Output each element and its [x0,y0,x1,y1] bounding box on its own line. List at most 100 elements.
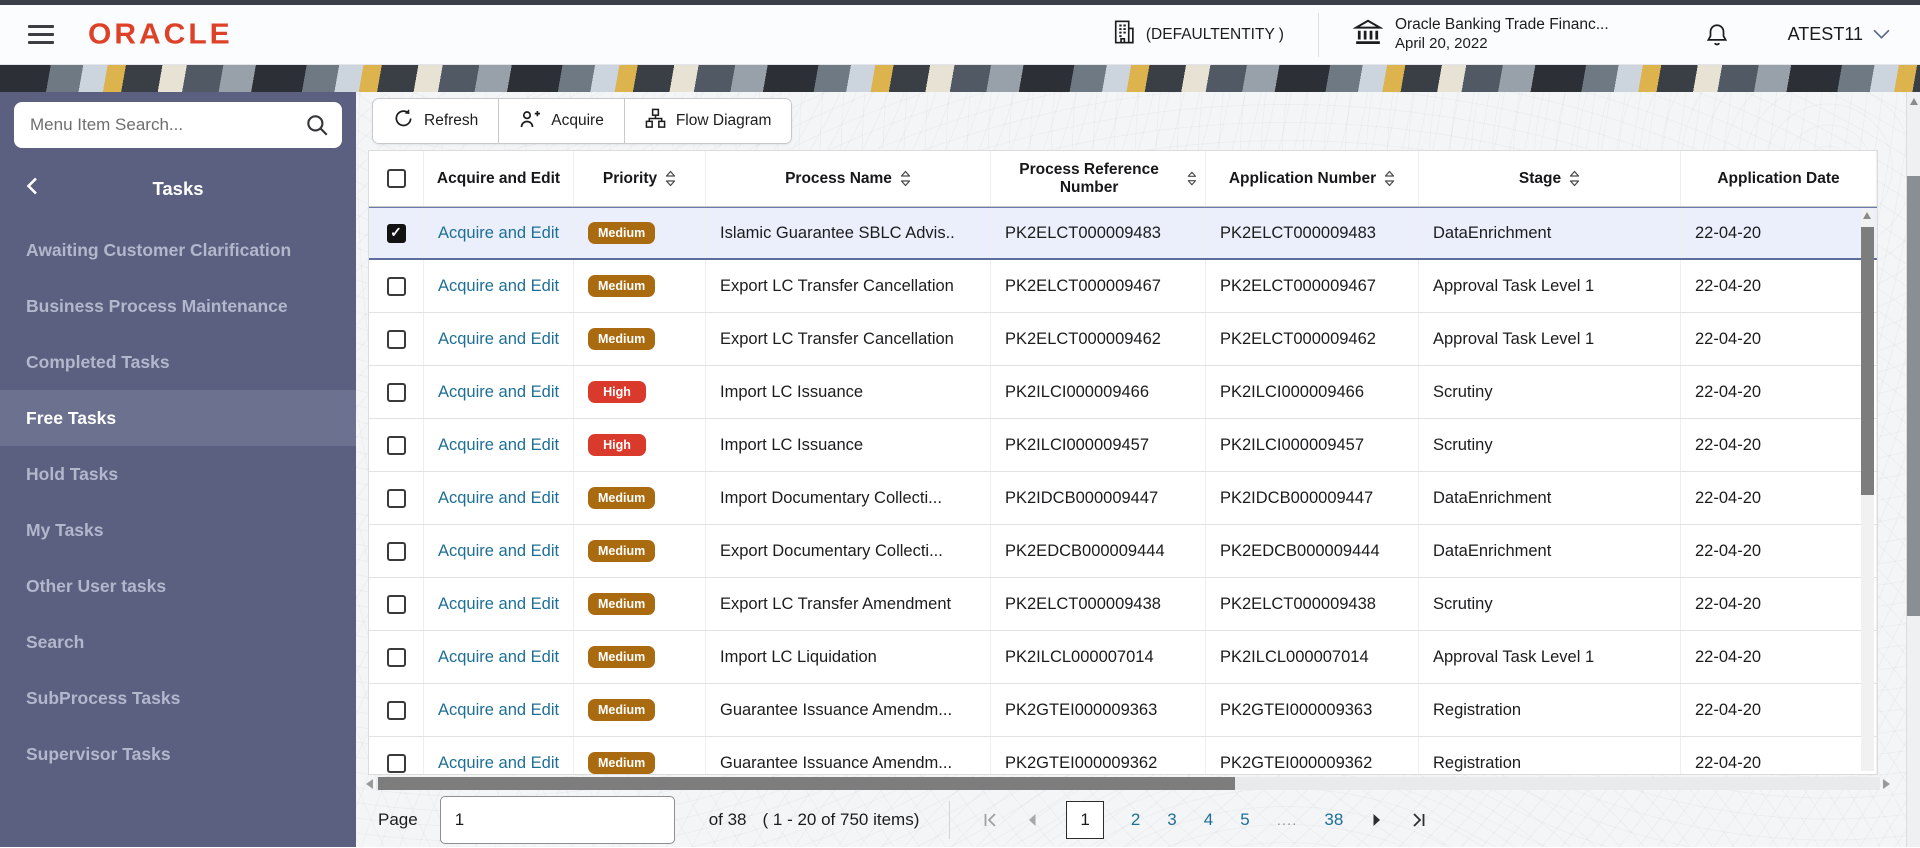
page-scroll-up-arrow-icon[interactable] [1909,98,1918,105]
page-scrollbar-thumb[interactable] [1907,176,1920,616]
acquire-and-edit-link[interactable]: Acquire and Edit [438,701,559,720]
sidebar-item-other-user-tasks[interactable]: Other User tasks [0,558,356,614]
action-cell: Acquire and Edit [424,313,574,365]
process-name-cell: Guarantee Issuance Amendm... [706,684,991,736]
application-number-cell: PK2EDCB000009444 [1206,525,1419,577]
select-all-checkbox[interactable] [386,169,406,188]
page-number-4[interactable]: 4 [1204,810,1213,830]
action-cell: Acquire and Edit [424,737,574,774]
table-horizontal-scrollbar[interactable] [366,776,1890,791]
sort-icon[interactable] [1569,170,1580,187]
acquire-and-edit-link[interactable]: Acquire and Edit [438,489,559,508]
pagination-bar: Page of 38 ( 1 - 20 of 750 items) 1 2 3 4 5.… [368,792,1886,848]
stage-cell: Approval Task Level 1 [1419,631,1681,683]
action-cell: Acquire and Edit [424,419,574,471]
page-number-3[interactable]: 3 [1167,810,1176,830]
stage-cell: Registration [1419,684,1681,736]
row-select-cell [369,737,424,774]
sidebar-item-supervisor-tasks[interactable]: Supervisor Tasks [0,726,356,782]
row-checkbox[interactable] [386,435,406,455]
table-vertical-scrollbar[interactable] [1861,209,1874,771]
previous-page-icon[interactable] [1025,812,1039,828]
page-number-1[interactable]: 1 [1066,801,1104,839]
priority-cell: Medium [574,578,706,630]
menu-search-input[interactable] [14,102,342,148]
user-menu[interactable]: ATEST11 [1788,24,1890,45]
page-number-38[interactable]: 38 [1324,810,1343,830]
column-header-priority[interactable]: Priority [574,151,706,206]
row-checkbox[interactable] [386,541,406,561]
page-number-2[interactable]: 2 [1131,810,1140,830]
process-reference-cell: PK2ELCT000009462 [991,313,1206,365]
refresh-button[interactable]: Refresh [373,99,500,143]
application-number-cell: PK2ELCT000009438 [1206,578,1419,630]
acquire-and-edit-link[interactable]: Acquire and Edit [438,383,559,402]
action-cell: Acquire and Edit [424,366,574,418]
sidebar-item-awaiting-customer-clarification[interactable]: Awaiting Customer Clarification [0,222,356,278]
flow-diagram-button[interactable]: Flow Diagram [624,99,792,143]
acquire-button[interactable]: Acquire [499,99,625,143]
acquire-and-edit-link[interactable]: Acquire and Edit [438,754,559,773]
sidebar-item-subprocess-tasks[interactable]: SubProcess Tasks [0,670,356,726]
horizontal-scrollbar-thumb[interactable] [378,777,1236,790]
acquire-and-edit-link[interactable]: Acquire and Edit [438,277,559,296]
entity-selector[interactable]: (DEFAULTENTITY ) [1112,19,1284,50]
page-number-5[interactable]: 5 [1240,810,1249,830]
priority-cell: Medium [574,525,706,577]
acquire-and-edit-link[interactable]: Acquire and Edit [438,330,559,349]
sidebar-item-my-tasks[interactable]: My Tasks [0,502,356,558]
row-checkbox[interactable] [386,647,406,667]
sidebar-item-completed-tasks[interactable]: Completed Tasks [0,334,356,390]
next-page-icon[interactable] [1370,812,1384,828]
row-checkbox[interactable] [386,753,406,773]
page-scrollbar[interactable] [1906,92,1920,847]
process-reference-cell: PK2GTEI000009362 [991,737,1206,774]
toolbar: Refresh Acquire Flow Diagram [372,98,793,144]
table-row: Acquire and Edit Medium Export LC Transfer… [369,578,1877,631]
acquire-and-edit-link[interactable]: Acquire and Edit [438,595,559,614]
acquire-and-edit-link[interactable]: Acquire and Edit [438,542,559,561]
notifications-bell-icon[interactable] [1704,22,1730,48]
scroll-left-arrow-icon[interactable] [366,778,373,789]
vertical-scrollbar-thumb[interactable] [1861,227,1874,495]
hamburger-menu-icon[interactable] [28,25,54,44]
last-page-icon[interactable] [1411,812,1427,828]
back-chevron-icon[interactable] [26,177,38,195]
process-name-cell: Export LC Transfer Cancellation [706,313,991,365]
first-page-icon[interactable] [982,812,998,828]
stage-cell: DataEnrichment [1419,525,1681,577]
row-checkbox[interactable] [386,488,406,508]
sort-icon[interactable] [1384,170,1395,187]
sidebar-item-free-tasks[interactable]: Free Tasks [0,390,356,446]
row-checkbox[interactable] [386,276,406,296]
row-checkbox[interactable] [386,700,406,720]
page-number-input[interactable] [439,796,675,844]
acquire-and-edit-link[interactable]: Acquire and Edit [438,436,559,455]
row-checkbox[interactable] [386,594,406,614]
column-header-process-name[interactable]: Process Name [706,151,991,206]
application-info[interactable]: Oracle Banking Trade Financ... April 20,… [1352,15,1609,53]
sidebar-item-business-process-maintenance[interactable]: Business Process Maintenance [0,278,356,334]
table-row: Acquire and Edit High Import LC Issuance PK… [369,419,1877,472]
search-icon[interactable] [304,112,330,143]
acquire-and-edit-link[interactable]: Acquire and Edit [438,648,559,667]
priority-cell: Medium [574,313,706,365]
row-checkbox[interactable] [386,329,406,349]
column-header-process-reference-number[interactable]: Process Reference Number [991,151,1206,206]
row-checkbox[interactable] [386,223,406,243]
acquire-and-edit-link[interactable]: Acquire and Edit [438,224,559,243]
scroll-right-arrow-icon[interactable] [1883,778,1890,789]
sidebar-item-search[interactable]: Search [0,614,356,670]
sort-icon[interactable] [665,170,676,187]
row-checkbox[interactable] [386,382,406,402]
sidebar-item-hold-tasks[interactable]: Hold Tasks [0,446,356,502]
scroll-up-arrow-icon[interactable] [1863,212,1871,219]
page-label: Page [378,810,418,829]
sort-icon[interactable] [1187,170,1197,187]
column-header-application-number[interactable]: Application Number [1206,151,1419,206]
sort-icon[interactable] [900,170,911,187]
action-cell: Acquire and Edit [424,631,574,683]
column-header-stage[interactable]: Stage [1419,151,1681,206]
table-row: Acquire and Edit High Import LC Issuance PK… [369,366,1877,419]
horizontal-scrollbar-track[interactable] [376,777,1880,790]
